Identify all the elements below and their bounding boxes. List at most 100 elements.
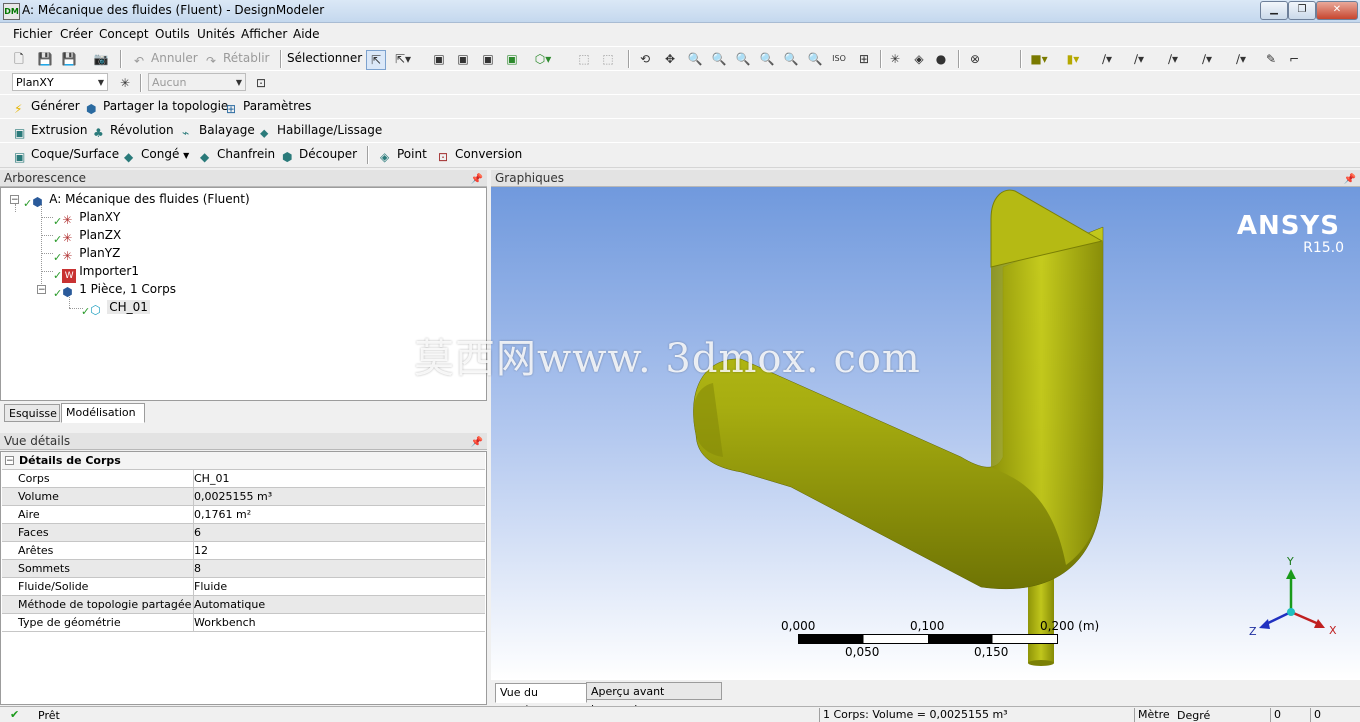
wireframe-icon[interactable]: ⊗ <box>966 50 984 68</box>
box-select-icon[interactable]: ⬚ <box>575 50 593 68</box>
shell-surface-button[interactable]: ▣ Coque/Surface <box>14 146 119 164</box>
select-face-icon[interactable]: ▣ <box>479 50 497 68</box>
rotate-icon[interactable]: ⟲ <box>636 50 654 68</box>
details-row[interactable]: Sommets 8 <box>2 560 485 578</box>
details-row[interactable]: Corps CH_01 <box>2 470 485 488</box>
select-vertex-icon[interactable]: ▣ <box>430 50 448 68</box>
status-units-angle[interactable]: Degré <box>1177 709 1210 722</box>
menu-outils[interactable]: Outils <box>155 27 190 41</box>
zoom-out-icon[interactable]: 🔍 <box>806 50 824 68</box>
tree-collapse-root[interactable]: − <box>10 195 19 205</box>
tree-item-planzx[interactable]: ✓✳ PlanZX <box>53 227 121 246</box>
pin-icon[interactable]: 📌 <box>1344 171 1356 188</box>
redo-button[interactable]: ↷ Rétablir <box>206 50 269 68</box>
model-view[interactable] <box>491 187 1360 680</box>
pan-icon[interactable]: ✥ <box>661 50 679 68</box>
extrude-button[interactable]: ▣ Extrusion <box>14 122 87 140</box>
skin-loft-button[interactable]: ⬥ Habillage/Lissage <box>260 122 382 140</box>
tree-item-importer1[interactable]: ✓ W Importer1 <box>53 263 139 283</box>
details-collapse[interactable]: − <box>5 456 14 466</box>
sweep-button[interactable]: ⌁ Balayage <box>182 122 255 140</box>
new-plane-icon[interactable]: ✳ <box>116 74 134 92</box>
zoom-icon[interactable]: 🔍 <box>686 50 704 68</box>
details-row[interactable]: Fluide/Solide Fluide <box>2 578 485 596</box>
new-sketch-icon[interactable]: ⊡ <box>252 74 270 92</box>
save-icon[interactable]: 💾 <box>36 50 54 68</box>
axis-y-label: Y <box>1287 555 1294 568</box>
extend-selection-icon[interactable]: ⬡▾ <box>534 50 552 68</box>
select-cursor-icon[interactable]: ⇱ <box>366 50 386 70</box>
display-mode-icon[interactable]: ■▾ <box>1030 50 1048 68</box>
graphics-viewport[interactable]: ANSYS R15.0 0,000 0,100 0,200 (m) 0,050 … <box>491 187 1360 680</box>
menu-concept[interactable]: Concept <box>99 27 149 41</box>
box-select-2-icon[interactable]: ⬚ <box>599 50 617 68</box>
edge-display-4-icon[interactable]: ∕▾ <box>1198 50 1216 68</box>
iso-view-icon[interactable]: ISO <box>830 50 848 68</box>
menu-unites[interactable]: Unités <box>197 27 235 41</box>
details-row[interactable]: Type de géométrie Workbench <box>2 614 485 632</box>
feature-toolbar: ▣ Extrusion ♣ Révolution ⌁ Balayage ⬥ Habill… <box>0 118 1360 143</box>
point-button[interactable]: ◈ Point <box>380 146 427 164</box>
select-edge-icon[interactable]: ▣ <box>454 50 472 68</box>
screenshot-icon[interactable]: 📷 <box>92 50 110 68</box>
display-point-icon[interactable]: ● <box>932 50 950 68</box>
menu-aide[interactable]: Aide <box>293 27 320 41</box>
select-body-icon[interactable]: ▣ <box>503 50 521 68</box>
plane-select[interactable]: PlanXY ▼ <box>12 73 108 91</box>
edge-display-icon[interactable]: ∕▾ <box>1098 50 1116 68</box>
tree-collapse-parts[interactable]: − <box>37 285 46 295</box>
tab-model-view[interactable]: Vue du modèle <box>495 683 587 717</box>
zoom-selection-icon[interactable]: 🔍 <box>782 50 800 68</box>
select-mode-icon[interactable]: ⇱▾ <box>394 50 412 68</box>
zoom-box-icon[interactable]: 🔍 <box>710 50 728 68</box>
blend-dropdown-icon[interactable]: ▼ <box>183 151 189 160</box>
pin-icon[interactable]: ✎ <box>1262 50 1280 68</box>
details-row[interactable]: Faces 6 <box>2 524 485 542</box>
edge-display-5-icon[interactable]: ∕▾ <box>1232 50 1250 68</box>
maximize-button[interactable]: ❐ <box>1288 1 1316 20</box>
parameters-button[interactable]: ⊞ Paramètres <box>226 98 311 116</box>
pin-icon[interactable]: 📌 <box>471 434 483 451</box>
look-at-icon[interactable]: ⊞ <box>855 50 873 68</box>
measure-icon[interactable]: ⌐ <box>1285 50 1303 68</box>
menu-fichier[interactable]: Fichier <box>13 27 52 41</box>
tree-item-parts[interactable]: ✓⬢ 1 Pièce, 1 Corps <box>53 281 176 300</box>
close-button[interactable]: ✕ <box>1316 1 1358 20</box>
status-units-length[interactable]: Mètre <box>1134 708 1170 722</box>
menu-creer[interactable]: Créer <box>60 27 93 41</box>
zoom-fit-icon[interactable]: 🔍 <box>758 50 776 68</box>
chamfer-button[interactable]: ◆ Chanfrein <box>200 146 275 164</box>
minimize-button[interactable]: ▁ <box>1260 1 1288 20</box>
tab-sketching[interactable]: Esquisse <box>4 404 60 422</box>
generate-button[interactable]: ⚡ Générer <box>14 98 80 116</box>
blend-button[interactable]: ◆ Congé ▼ <box>124 146 189 164</box>
slice-button[interactable]: ⬢ Découper <box>282 146 357 164</box>
zoom-in-icon[interactable]: 🔍 <box>734 50 752 68</box>
pin-icon[interactable]: 📌 <box>471 171 483 188</box>
color-mode-icon[interactable]: ▮▾ <box>1064 50 1082 68</box>
tab-modeling[interactable]: Modélisation <box>61 403 145 423</box>
plane-icon: ✳ <box>62 249 73 263</box>
tree-item-body[interactable]: ✓⬡ CH_01 <box>81 299 150 318</box>
menu-afficher[interactable]: Afficher <box>241 27 287 41</box>
undo-button[interactable]: ↶ Annuler <box>134 50 198 68</box>
conversion-button[interactable]: ⊡ Conversion <box>438 146 522 164</box>
details-row[interactable]: Arêtes 12 <box>2 542 485 560</box>
display-model-icon[interactable]: ◈ <box>910 50 928 68</box>
details-row[interactable]: Méthode de topologie partagée Automatique <box>2 596 485 614</box>
tab-print-preview[interactable]: Aperçu avant impression <box>586 682 722 716</box>
new-icon[interactable]: 🗋 <box>10 50 28 68</box>
sketch-select[interactable]: Aucun ▼ <box>148 73 246 91</box>
edge-display-2-icon[interactable]: ∕▾ <box>1130 50 1148 68</box>
ansys-version: R15.0 <box>1303 240 1344 256</box>
save-as-icon[interactable]: 💾 <box>60 50 78 68</box>
tree-item-planxy[interactable]: ✓✳ PlanXY <box>53 209 120 228</box>
tree-root[interactable]: ✓⬢ A: Mécanique des fluides (Fluent) <box>23 191 250 210</box>
details-row[interactable]: Volume 0,0025155 m³ <box>2 488 485 506</box>
triad-icon[interactable]: ✳ <box>886 50 904 68</box>
tree-item-planyz[interactable]: ✓✳ PlanYZ <box>53 245 120 264</box>
share-topology-button[interactable]: ⬢ Partager la topologie <box>86 98 228 116</box>
details-row[interactable]: Aire 0,1761 m² <box>2 506 485 524</box>
revolve-button[interactable]: ♣ Révolution <box>93 122 174 140</box>
edge-display-3-icon[interactable]: ∕▾ <box>1164 50 1182 68</box>
